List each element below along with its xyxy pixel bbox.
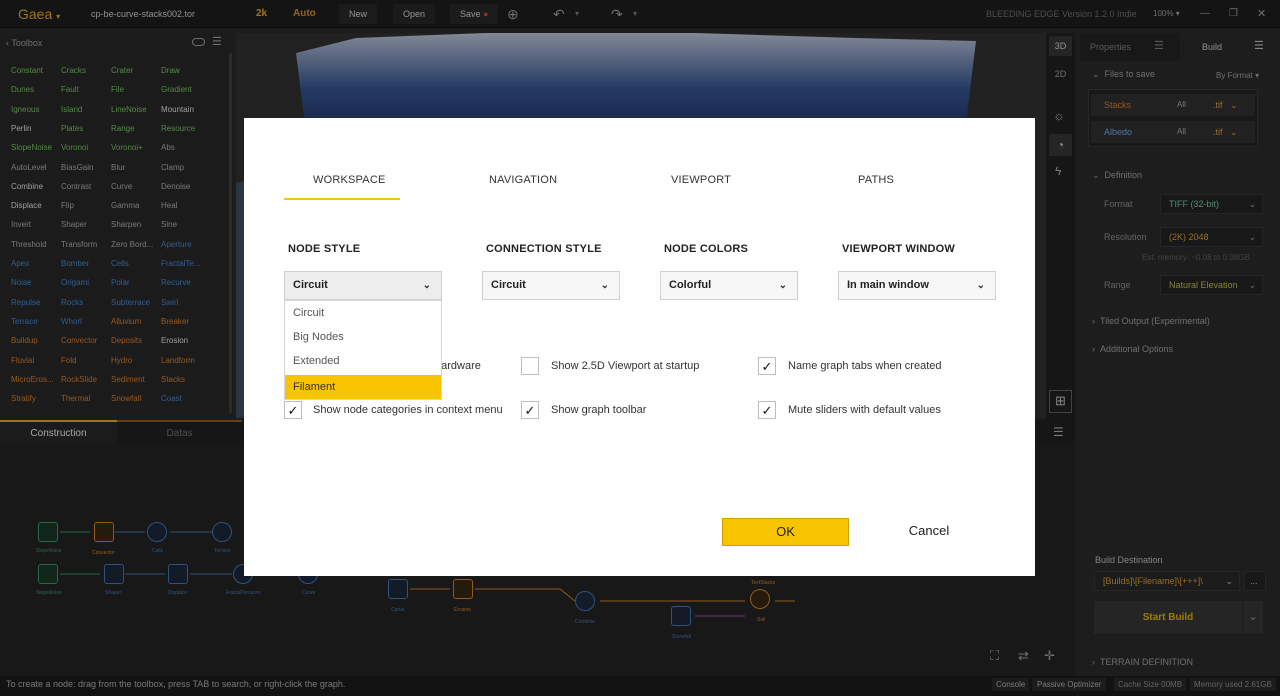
tab-navigation[interactable]: NAVIGATION: [489, 174, 557, 186]
node-style-value: Circuit: [293, 279, 328, 291]
node-style-label: NODE STYLE: [288, 243, 361, 255]
dropdown-option[interactable]: Circuit: [285, 301, 441, 325]
node-style-dropdown-list: Circuit Big Nodes Extended Filament: [284, 300, 442, 400]
chevron-down-icon: ⌄: [778, 280, 787, 291]
viewport-window-value: In main window: [847, 279, 929, 291]
ok-button[interactable]: OK: [722, 518, 849, 546]
show-25d-label: Show 2.5D Viewport at startup: [551, 360, 700, 372]
tab-workspace[interactable]: WORKSPACE: [313, 174, 386, 186]
mute-sliders-checkbox[interactable]: ✓: [758, 401, 776, 419]
connection-style-label: CONNECTION STYLE: [486, 243, 602, 255]
node-colors-label: NODE COLORS: [664, 243, 749, 255]
tab-viewport[interactable]: VIEWPORT: [671, 174, 731, 186]
graph-toolbar-checkbox[interactable]: ✓: [521, 401, 539, 419]
dropdown-option-highlighted[interactable]: Filament: [285, 375, 441, 399]
show-25d-checkbox[interactable]: [521, 357, 539, 375]
chevron-down-icon: ⌄: [976, 280, 985, 291]
dropdown-option[interactable]: Big Nodes: [285, 325, 441, 349]
cancel-button[interactable]: Cancel: [884, 518, 974, 546]
node-style-select[interactable]: Circuit ⌄: [284, 271, 442, 300]
graph-toolbar-label: Show graph toolbar: [551, 404, 647, 416]
connection-style-value: Circuit: [491, 279, 526, 291]
dropdown-option[interactable]: Extended: [285, 349, 441, 373]
node-categories-checkbox[interactable]: ✓: [284, 401, 302, 419]
tab-paths[interactable]: PATHS: [858, 174, 894, 186]
active-tab-indicator: [284, 198, 400, 200]
node-colors-value: Colorful: [669, 279, 712, 291]
viewport-window-label: VIEWPORT WINDOW: [842, 243, 955, 255]
node-categories-label: Show node categories in context menu: [313, 404, 503, 416]
preferences-dialog: WORKSPACE NAVIGATION VIEWPORT PATHS NODE…: [244, 118, 1035, 576]
viewport-window-select[interactable]: In main window ⌄: [838, 271, 996, 300]
chevron-down-icon: ⌄: [422, 280, 431, 291]
chevron-down-icon: ⌄: [600, 280, 609, 291]
connection-style-select[interactable]: Circuit ⌄: [482, 271, 620, 300]
name-tabs-checkbox[interactable]: ✓: [758, 357, 776, 375]
mute-sliders-label: Mute sliders with default values: [788, 404, 941, 416]
name-tabs-label: Name graph tabs when created: [788, 360, 942, 372]
node-colors-select[interactable]: Colorful ⌄: [660, 271, 798, 300]
